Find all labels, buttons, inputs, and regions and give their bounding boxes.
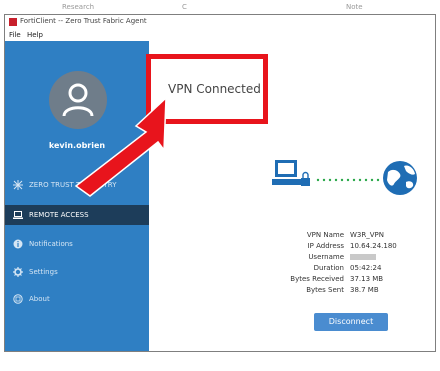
info-icon [13,239,23,249]
laptop-icon [13,211,23,219]
lock-icon [301,171,310,186]
username-field-label: Username [308,253,344,261]
username-value-redacted [350,253,376,261]
network-icon [13,180,23,190]
menu-file[interactable]: File [9,31,21,39]
disconnect-button[interactable]: Disconnect [314,313,388,331]
user-icon [62,83,94,117]
sidebar-item-label: Settings [29,268,58,276]
avatar [49,71,107,129]
globe-icon [383,161,417,195]
vpn-connection-graphic [272,160,417,195]
vpn-details-labels: VPN Name IP Address Username Duration By… [280,231,344,311]
title-bar: FortiClient -- Zero Trust Fabric Agent [5,15,435,29]
window-title: FortiClient -- Zero Trust Fabric Agent [20,17,147,25]
bg-col-note: Note [346,3,363,11]
vpn-name-label: VPN Name [306,231,344,239]
bytes-received-value: 37.13 MB [350,275,384,283]
bytes-sent-label: Bytes Sent [306,286,344,294]
sidebar-item-notifications[interactable]: Notifications [5,234,149,254]
ip-address-label: IP Address [307,242,344,250]
bytes-sent-value: 38.7 MB [350,286,379,294]
bg-col-c: C [182,3,187,11]
about-icon [13,294,23,304]
connection-dots [316,178,380,182]
vpn-name-value: W3R_VPN [350,231,384,239]
computer-icon [272,160,302,185]
menu-help[interactable]: Help [27,31,43,39]
sidebar-item-remote-access[interactable]: REMOTE ACCESS [5,205,149,225]
sidebar-item-zero-trust-telemetry[interactable]: ZERO TRUST TELEMETRY [5,175,149,195]
sidebar-item-label: Notifications [29,240,73,248]
vpn-details-values: W3R_VPN 10.64.24.180 05:42:24 37.13 MB 3… [350,231,420,311]
ip-address-value: 10.64.24.180 [350,242,397,250]
forticlient-logo-icon [9,18,17,26]
gear-icon [13,267,23,277]
bg-col-research: Research [62,3,95,11]
duration-value: 05:42:24 [350,264,382,272]
bytes-received-label: Bytes Received [290,275,344,283]
username-label: kevin.obrien [48,141,106,150]
sidebar: kevin.obrien ZERO TRUST TELEMETRY REMOTE… [5,41,149,351]
duration-label: Duration [313,264,344,272]
sidebar-item-about[interactable]: About [5,289,149,309]
vpn-status-text: VPN Connected [168,82,261,96]
sidebar-item-label: About [29,295,50,303]
sidebar-item-label: REMOTE ACCESS [29,211,89,219]
sidebar-item-label: ZERO TRUST TELEMETRY [29,181,117,189]
menu-bar: File Help [5,29,435,41]
sidebar-item-settings[interactable]: Settings [5,262,149,282]
